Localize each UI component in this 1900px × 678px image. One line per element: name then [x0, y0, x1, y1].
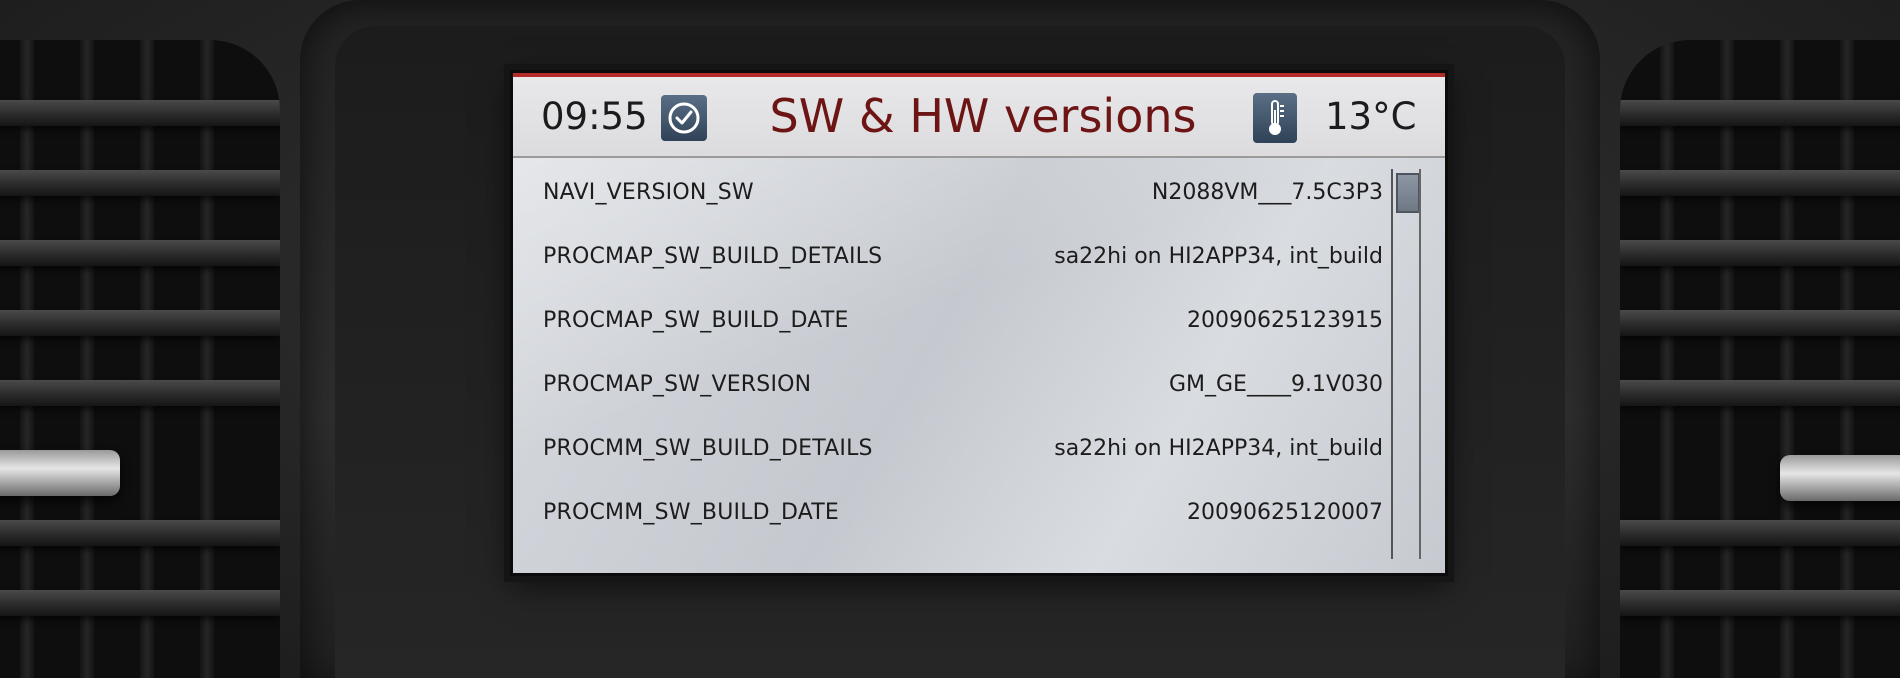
list-item[interactable]: PROCMM_SW_BUILD_DETAILS sa22hi on HI2APP…: [543, 428, 1383, 468]
item-key: PROCMM_SW_BUILD_DATE: [543, 499, 840, 525]
item-key: PROCMAP_SW_BUILD_DATE: [543, 307, 849, 333]
item-key: PROCMAP_SW_VERSION: [543, 371, 812, 397]
item-value: N2088VM___7.5C3P3: [1151, 179, 1383, 205]
item-key: NAVI_VERSION_SW: [543, 179, 754, 205]
clock-time: 09:55: [541, 95, 648, 138]
list-item[interactable]: PROCMM_SW_BUILD_DATE 20090625120007: [543, 492, 1383, 532]
list-scrollbar[interactable]: [1391, 169, 1421, 559]
item-value: GM_GE____9.1V030: [1168, 371, 1383, 397]
item-value: sa22hi on HI2APP34, int_build: [1054, 435, 1383, 461]
dashboard-scene: 09:55 SW & HW versions 13°C NAVI_VERSION…: [0, 0, 1900, 678]
item-value: sa22hi on HI2APP34, int_build: [1054, 243, 1383, 269]
status-bar: 09:55 SW & HW versions 13°C: [513, 73, 1445, 158]
item-value: 20090625123915: [1187, 307, 1383, 333]
scrollbar-track: [1419, 169, 1421, 559]
thermometer-icon: [1253, 93, 1297, 143]
outside-temperature: 13°C: [1325, 95, 1417, 138]
version-list: NAVI_VERSION_SW N2088VM___7.5C3P3 PROCMA…: [513, 158, 1445, 573]
left-air-vent: [0, 40, 280, 678]
right-vent-knob[interactable]: [1780, 455, 1900, 501]
list-item[interactable]: PROCMAP_SW_BUILD_DETAILS sa22hi on HI2AP…: [543, 236, 1383, 276]
item-value: 20090625120007: [1187, 499, 1383, 525]
item-key: PROCMAP_SW_BUILD_DETAILS: [543, 243, 883, 269]
infotainment-screen: 09:55 SW & HW versions 13°C NAVI_VERSION…: [510, 70, 1448, 576]
left-vent-knob[interactable]: [0, 450, 120, 496]
page-title: SW & HW versions: [769, 89, 1197, 143]
list-item[interactable]: PROCMAP_SW_BUILD_DATE 20090625123915: [543, 300, 1383, 340]
right-air-vent: [1620, 40, 1900, 678]
list-item[interactable]: NAVI_VERSION_SW N2088VM___7.5C3P3: [543, 172, 1383, 212]
scrollbar-thumb[interactable]: [1396, 173, 1420, 213]
item-key: PROCMM_SW_BUILD_DETAILS: [543, 435, 873, 461]
list-item[interactable]: PROCMAP_SW_VERSION GM_GE____9.1V030: [543, 364, 1383, 404]
clock-icon: [661, 95, 707, 141]
